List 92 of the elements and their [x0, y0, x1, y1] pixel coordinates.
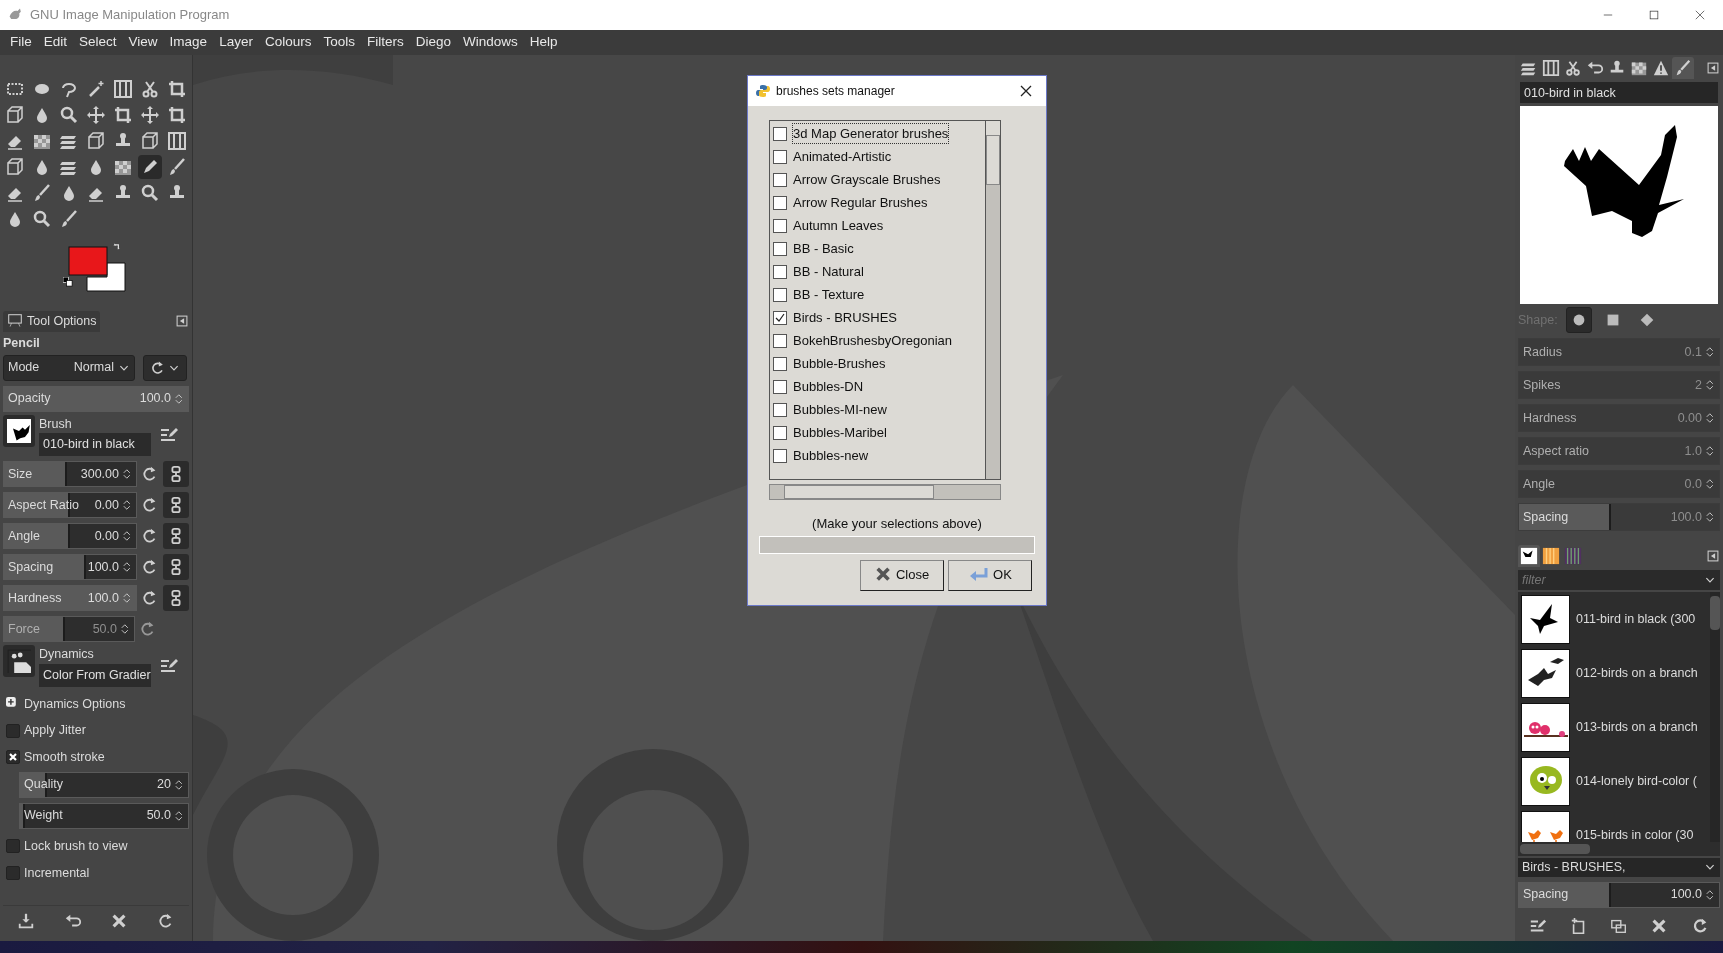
slider-label: Size	[8, 465, 33, 483]
tag-combo[interactable]: Birds - BRUSHES,	[1518, 857, 1720, 877]
checkbox-label: Apply Jitter	[24, 722, 86, 740]
slider-label: Spacing	[8, 558, 54, 576]
slider-label: Aspect Ratio	[8, 496, 79, 514]
window-title: GNU Image Manipulation Program	[30, 6, 230, 25]
slider-value: 0.1	[1684, 343, 1703, 361]
slider-label: Spacing	[1523, 508, 1569, 526]
slider-label: Weight	[24, 807, 63, 825]
checkbox-label[interactable]: BB - Basic	[793, 238, 854, 259]
slider-value: 100.0	[87, 589, 120, 607]
dynamics-name-field[interactable]: Color From Gradier	[39, 663, 151, 687]
slider-label: Quality	[24, 776, 63, 794]
menu-item[interactable]: Filters	[360, 32, 410, 53]
checkbox-label: Incremental	[24, 864, 90, 882]
menu-item[interactable]: Tools	[317, 32, 361, 53]
brush-name-field[interactable]: 010-bird in black	[1520, 82, 1718, 104]
brush-label: Brush	[39, 415, 73, 433]
slider-value: 50.0	[92, 620, 118, 638]
tool-options-tab[interactable]: Tool Options	[3, 311, 101, 332]
slider-value: 50.0	[146, 807, 172, 825]
checkbox-label[interactable]: BB - Texture	[793, 284, 865, 305]
menu-item[interactable]: Colours	[258, 32, 318, 53]
brush-name[interactable]: 015-birds in color (30	[1576, 825, 1694, 842]
slider[interactable]: Hardness 100.0	[3, 585, 137, 611]
slider[interactable]: Spacing 100.0	[3, 554, 137, 580]
checkbox-label[interactable]: Autumn Leaves	[793, 215, 884, 236]
close-button[interactable]: Close	[860, 559, 944, 591]
menu-item[interactable]: Select	[73, 32, 123, 53]
slider-value: 0.00	[94, 496, 120, 514]
checkbox-label[interactable]: Birds - BRUSHES	[793, 307, 898, 328]
checkbox-label[interactable]: Arrow Grayscale Brushes	[793, 169, 941, 190]
checkbox-label[interactable]: Bubbles-MI-new	[793, 399, 887, 420]
slider[interactable]: Size 300.00	[3, 461, 137, 487]
slider-value: 0.00	[1677, 409, 1703, 427]
slider-label: Opacity	[8, 390, 51, 408]
slider[interactable]: Aspect Ratio 0.00	[3, 492, 137, 518]
brush-name[interactable]: 014-lonely bird-color (	[1576, 771, 1697, 791]
menu-item[interactable]: View	[122, 32, 164, 53]
slider-label: Spikes	[1523, 376, 1561, 394]
mode-combo[interactable]: Mode Normal	[3, 354, 135, 381]
brush-name[interactable]: 013-birds on a branch	[1576, 717, 1698, 737]
checkbox-label[interactable]: BokehBrushesbyOregonian	[793, 330, 952, 351]
slider-value: 100.0	[1670, 508, 1703, 526]
slider-value: 100.0	[87, 558, 120, 576]
checkbox-label: Smooth stroke	[24, 749, 105, 766]
slider[interactable]: Angle 0.00	[3, 523, 137, 549]
slider-value: 0.0	[1684, 475, 1703, 493]
brush-name[interactable]: 011-bird in black (300	[1576, 609, 1696, 629]
slider-label: Angle	[1523, 475, 1555, 493]
dialog-title: brushes sets manager	[776, 83, 895, 100]
slider-label: Aspect ratio	[1523, 442, 1589, 460]
menu-item[interactable]: Help	[523, 32, 564, 53]
slider-value: 0.00	[94, 527, 120, 545]
slider[interactable]: Spacing 100.0	[1518, 881, 1720, 908]
checkbox-label: Lock brush to view	[24, 837, 128, 855]
ok-button[interactable]: OK	[948, 559, 1032, 591]
slider-value: 1.0	[1684, 442, 1703, 460]
menu-item[interactable]: Windows	[457, 32, 524, 53]
menu-item[interactable]: Layer	[213, 32, 259, 53]
slider[interactable]: Quality 20	[19, 771, 189, 798]
menu-item[interactable]: Edit	[37, 32, 74, 53]
menu-item[interactable]: Diego	[409, 32, 457, 53]
checkbox-label[interactable]: Bubbles-Maribel	[793, 422, 887, 443]
slider-value: 100.0	[1670, 886, 1703, 904]
tool-name: Pencil	[3, 334, 41, 352]
brush-name-field[interactable]: 010-bird in black	[39, 433, 151, 456]
checkbox-label[interactable]: Arrow Regular Brushes	[793, 192, 928, 213]
expander-label[interactable]: Dynamics Options	[24, 694, 126, 714]
slider-value: 100.0	[139, 390, 172, 408]
brush-name[interactable]: 012-birds on a branch	[1576, 663, 1698, 683]
checkbox-label[interactable]: Animated-Artistic	[793, 146, 892, 167]
slider-label: Hardness	[8, 589, 62, 607]
slider-value: 2	[1695, 376, 1703, 394]
slider[interactable]: Opacity 100.0	[3, 385, 189, 412]
slider-label: Angle	[8, 527, 40, 545]
slider-label: Radius	[1523, 343, 1562, 361]
checkbox-label[interactable]: Bubble-Brushes	[793, 353, 886, 374]
slider-label: Spacing	[1523, 886, 1569, 904]
slider-value: 300.00	[80, 465, 120, 483]
checkbox-label[interactable]: 3d Map Generator brushes	[793, 123, 949, 144]
checkbox-label[interactable]: Bubbles-new	[793, 445, 869, 466]
checkbox-label[interactable]: Bubbles-DN	[793, 376, 864, 397]
status-label: (Make your selections above)	[811, 515, 983, 533]
menu-item[interactable]: Image	[163, 32, 214, 53]
slider[interactable]: Weight 50.0	[19, 802, 189, 829]
checkbox-label[interactable]: BB - Natural	[793, 261, 864, 282]
slider-value: 20	[157, 776, 172, 794]
menu-item[interactable]: File	[4, 32, 38, 53]
dynamics-label: Dynamics	[39, 646, 95, 663]
slider-label: Hardness	[1523, 409, 1577, 427]
slider-label: Force	[8, 620, 40, 638]
